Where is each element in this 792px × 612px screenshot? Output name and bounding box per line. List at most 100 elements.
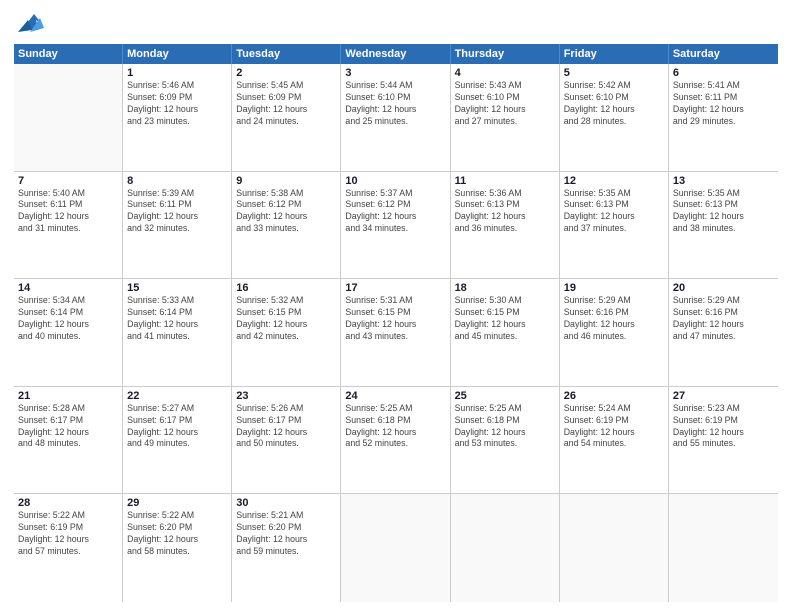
cal-cell: 13Sunrise: 5:35 AM Sunset: 6:13 PM Dayli… — [669, 172, 778, 279]
header — [14, 10, 778, 38]
day-info: Sunrise: 5:22 AM Sunset: 6:20 PM Dayligh… — [127, 510, 227, 558]
day-info: Sunrise: 5:39 AM Sunset: 6:11 PM Dayligh… — [127, 188, 227, 236]
day-info: Sunrise: 5:22 AM Sunset: 6:19 PM Dayligh… — [18, 510, 118, 558]
day-number: 22 — [127, 390, 227, 402]
logo-icon — [14, 10, 46, 38]
day-info: Sunrise: 5:28 AM Sunset: 6:17 PM Dayligh… — [18, 403, 118, 451]
header-saturday: Saturday — [669, 44, 778, 64]
cal-cell: 30Sunrise: 5:21 AM Sunset: 6:20 PM Dayli… — [232, 494, 341, 602]
day-info: Sunrise: 5:35 AM Sunset: 6:13 PM Dayligh… — [564, 188, 664, 236]
day-info: Sunrise: 5:46 AM Sunset: 6:09 PM Dayligh… — [127, 80, 227, 128]
cal-cell — [14, 64, 123, 171]
day-number: 12 — [564, 175, 664, 187]
cal-cell: 4Sunrise: 5:43 AM Sunset: 6:10 PM Daylig… — [451, 64, 560, 171]
cal-cell: 1Sunrise: 5:46 AM Sunset: 6:09 PM Daylig… — [123, 64, 232, 171]
day-info: Sunrise: 5:25 AM Sunset: 6:18 PM Dayligh… — [455, 403, 555, 451]
cal-cell: 27Sunrise: 5:23 AM Sunset: 6:19 PM Dayli… — [669, 387, 778, 494]
cal-cell: 21Sunrise: 5:28 AM Sunset: 6:17 PM Dayli… — [14, 387, 123, 494]
day-number: 16 — [236, 282, 336, 294]
cal-cell: 3Sunrise: 5:44 AM Sunset: 6:10 PM Daylig… — [341, 64, 450, 171]
day-info: Sunrise: 5:44 AM Sunset: 6:10 PM Dayligh… — [345, 80, 445, 128]
cal-cell: 16Sunrise: 5:32 AM Sunset: 6:15 PM Dayli… — [232, 279, 341, 386]
header-thursday: Thursday — [451, 44, 560, 64]
day-info: Sunrise: 5:34 AM Sunset: 6:14 PM Dayligh… — [18, 295, 118, 343]
cal-cell: 9Sunrise: 5:38 AM Sunset: 6:12 PM Daylig… — [232, 172, 341, 279]
day-info: Sunrise: 5:32 AM Sunset: 6:15 PM Dayligh… — [236, 295, 336, 343]
day-info: Sunrise: 5:41 AM Sunset: 6:11 PM Dayligh… — [673, 80, 774, 128]
calendar: Sunday Monday Tuesday Wednesday Thursday… — [14, 44, 778, 602]
page: Sunday Monday Tuesday Wednesday Thursday… — [0, 0, 792, 612]
cal-cell: 22Sunrise: 5:27 AM Sunset: 6:17 PM Dayli… — [123, 387, 232, 494]
day-info: Sunrise: 5:21 AM Sunset: 6:20 PM Dayligh… — [236, 510, 336, 558]
day-number: 17 — [345, 282, 445, 294]
day-number: 28 — [18, 497, 118, 509]
day-number: 13 — [673, 175, 774, 187]
day-info: Sunrise: 5:29 AM Sunset: 6:16 PM Dayligh… — [673, 295, 774, 343]
cal-cell: 15Sunrise: 5:33 AM Sunset: 6:14 PM Dayli… — [123, 279, 232, 386]
header-friday: Friday — [560, 44, 669, 64]
cal-cell — [451, 494, 560, 602]
cal-cell: 7Sunrise: 5:40 AM Sunset: 6:11 PM Daylig… — [14, 172, 123, 279]
day-info: Sunrise: 5:27 AM Sunset: 6:17 PM Dayligh… — [127, 403, 227, 451]
cal-cell: 20Sunrise: 5:29 AM Sunset: 6:16 PM Dayli… — [669, 279, 778, 386]
day-number: 11 — [455, 175, 555, 187]
day-number: 23 — [236, 390, 336, 402]
cal-cell: 17Sunrise: 5:31 AM Sunset: 6:15 PM Dayli… — [341, 279, 450, 386]
cal-cell: 23Sunrise: 5:26 AM Sunset: 6:17 PM Dayli… — [232, 387, 341, 494]
cal-cell: 14Sunrise: 5:34 AM Sunset: 6:14 PM Dayli… — [14, 279, 123, 386]
cal-cell: 28Sunrise: 5:22 AM Sunset: 6:19 PM Dayli… — [14, 494, 123, 602]
day-number: 10 — [345, 175, 445, 187]
day-number: 15 — [127, 282, 227, 294]
day-number: 30 — [236, 497, 336, 509]
day-number: 6 — [673, 67, 774, 79]
cal-cell: 26Sunrise: 5:24 AM Sunset: 6:19 PM Dayli… — [560, 387, 669, 494]
cal-cell: 8Sunrise: 5:39 AM Sunset: 6:11 PM Daylig… — [123, 172, 232, 279]
cal-week-4: 21Sunrise: 5:28 AM Sunset: 6:17 PM Dayli… — [14, 387, 778, 495]
day-number: 2 — [236, 67, 336, 79]
cal-week-1: 1Sunrise: 5:46 AM Sunset: 6:09 PM Daylig… — [14, 64, 778, 172]
day-number: 1 — [127, 67, 227, 79]
cal-cell: 10Sunrise: 5:37 AM Sunset: 6:12 PM Dayli… — [341, 172, 450, 279]
day-number: 19 — [564, 282, 664, 294]
day-info: Sunrise: 5:26 AM Sunset: 6:17 PM Dayligh… — [236, 403, 336, 451]
cal-cell: 11Sunrise: 5:36 AM Sunset: 6:13 PM Dayli… — [451, 172, 560, 279]
day-info: Sunrise: 5:29 AM Sunset: 6:16 PM Dayligh… — [564, 295, 664, 343]
calendar-header: Sunday Monday Tuesday Wednesday Thursday… — [14, 44, 778, 64]
cal-cell — [341, 494, 450, 602]
day-number: 8 — [127, 175, 227, 187]
cal-week-3: 14Sunrise: 5:34 AM Sunset: 6:14 PM Dayli… — [14, 279, 778, 387]
day-number: 29 — [127, 497, 227, 509]
day-info: Sunrise: 5:23 AM Sunset: 6:19 PM Dayligh… — [673, 403, 774, 451]
day-info: Sunrise: 5:35 AM Sunset: 6:13 PM Dayligh… — [673, 188, 774, 236]
day-number: 5 — [564, 67, 664, 79]
day-info: Sunrise: 5:40 AM Sunset: 6:11 PM Dayligh… — [18, 188, 118, 236]
day-number: 9 — [236, 175, 336, 187]
day-number: 20 — [673, 282, 774, 294]
cal-week-5: 28Sunrise: 5:22 AM Sunset: 6:19 PM Dayli… — [14, 494, 778, 602]
cal-cell: 25Sunrise: 5:25 AM Sunset: 6:18 PM Dayli… — [451, 387, 560, 494]
day-number: 21 — [18, 390, 118, 402]
cal-cell — [669, 494, 778, 602]
day-info: Sunrise: 5:30 AM Sunset: 6:15 PM Dayligh… — [455, 295, 555, 343]
day-number: 26 — [564, 390, 664, 402]
day-number: 18 — [455, 282, 555, 294]
day-info: Sunrise: 5:33 AM Sunset: 6:14 PM Dayligh… — [127, 295, 227, 343]
day-number: 4 — [455, 67, 555, 79]
day-number: 25 — [455, 390, 555, 402]
cal-cell — [560, 494, 669, 602]
cal-cell: 2Sunrise: 5:45 AM Sunset: 6:09 PM Daylig… — [232, 64, 341, 171]
day-info: Sunrise: 5:38 AM Sunset: 6:12 PM Dayligh… — [236, 188, 336, 236]
day-number: 14 — [18, 282, 118, 294]
cal-cell: 29Sunrise: 5:22 AM Sunset: 6:20 PM Dayli… — [123, 494, 232, 602]
day-number: 27 — [673, 390, 774, 402]
day-info: Sunrise: 5:31 AM Sunset: 6:15 PM Dayligh… — [345, 295, 445, 343]
header-sunday: Sunday — [14, 44, 123, 64]
cal-cell: 5Sunrise: 5:42 AM Sunset: 6:10 PM Daylig… — [560, 64, 669, 171]
day-number: 7 — [18, 175, 118, 187]
day-number: 24 — [345, 390, 445, 402]
cal-week-2: 7Sunrise: 5:40 AM Sunset: 6:11 PM Daylig… — [14, 172, 778, 280]
day-info: Sunrise: 5:24 AM Sunset: 6:19 PM Dayligh… — [564, 403, 664, 451]
header-wednesday: Wednesday — [341, 44, 450, 64]
day-info: Sunrise: 5:42 AM Sunset: 6:10 PM Dayligh… — [564, 80, 664, 128]
cal-cell: 24Sunrise: 5:25 AM Sunset: 6:18 PM Dayli… — [341, 387, 450, 494]
